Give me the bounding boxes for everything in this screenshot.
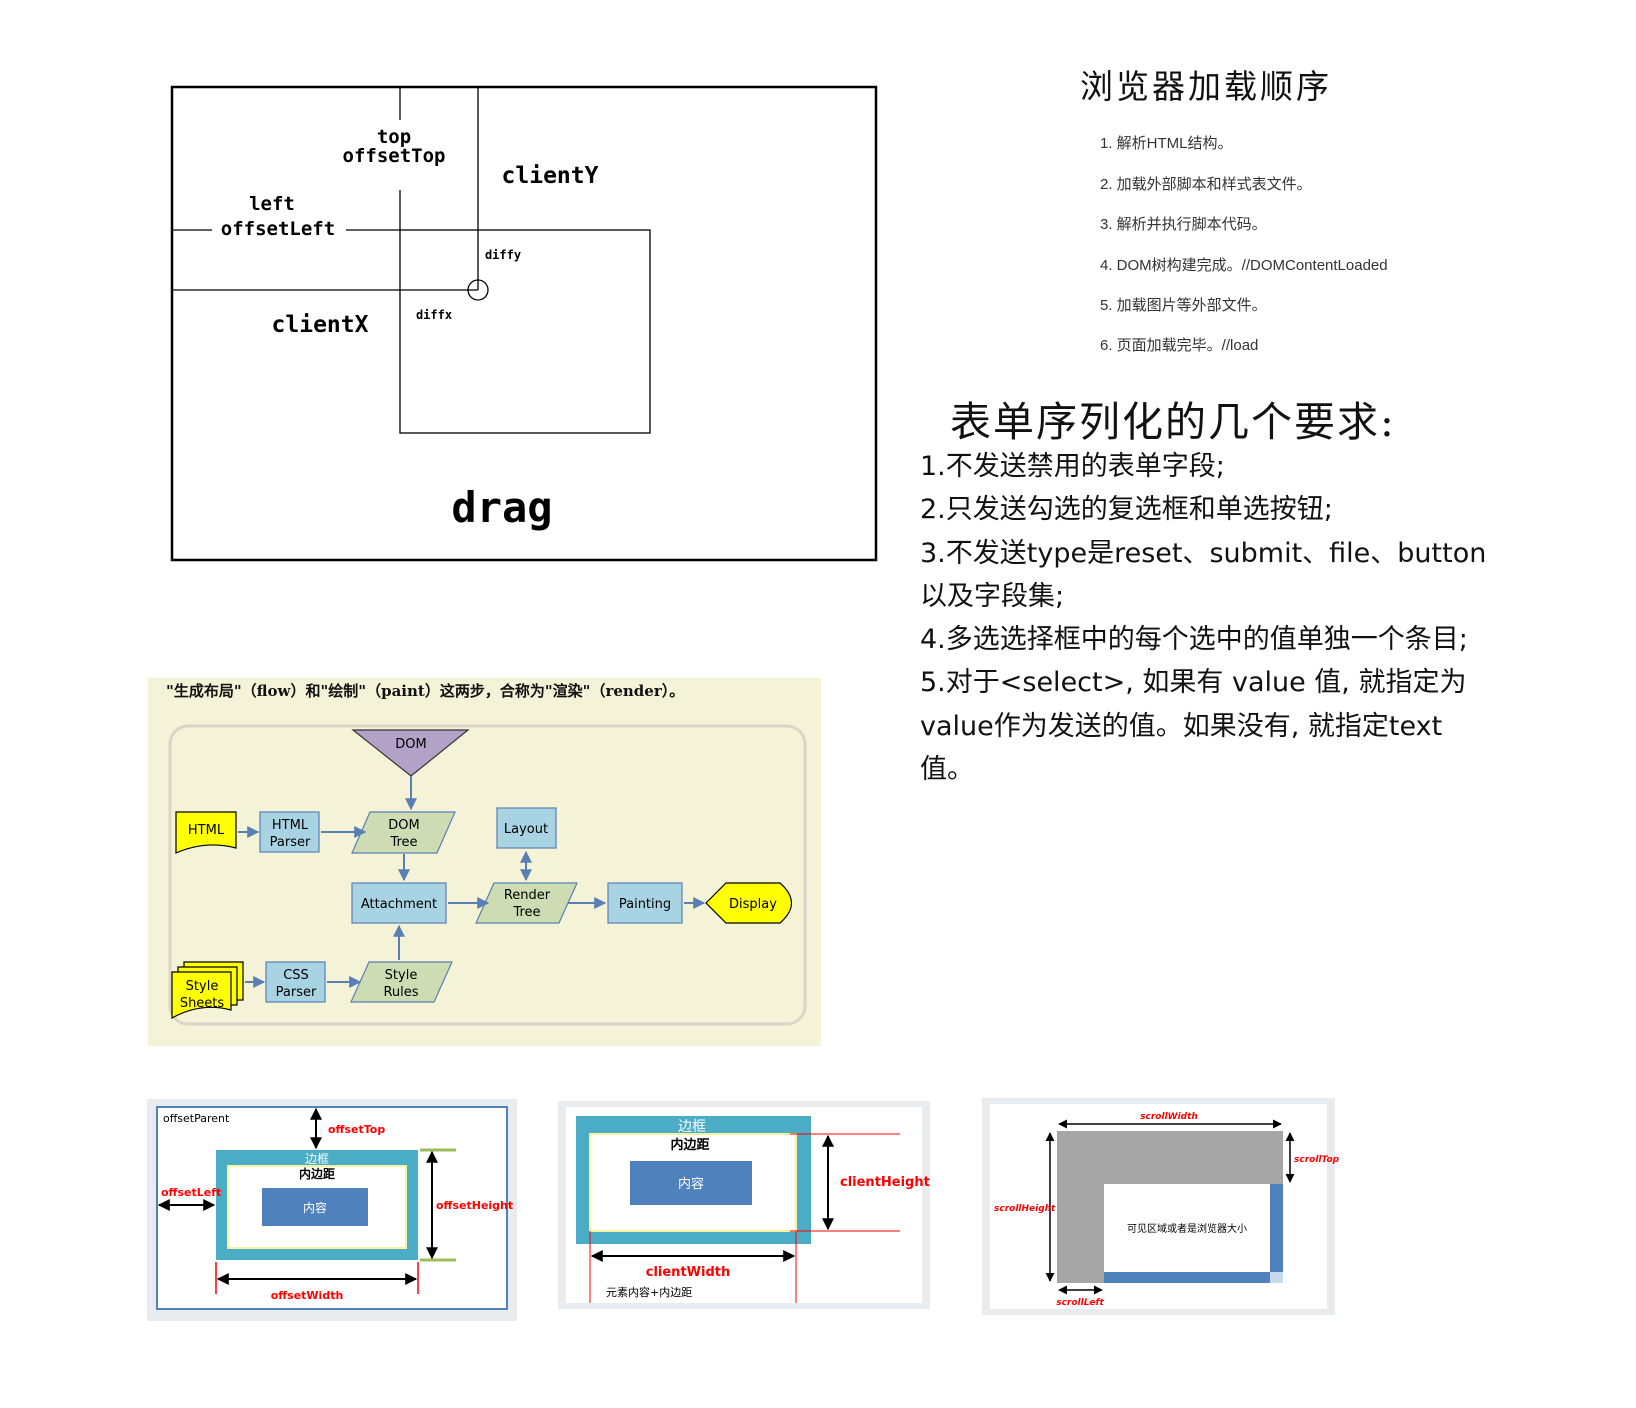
scroll-width-label: scrollWidth bbox=[1140, 1112, 1198, 1122]
load-step: 1. 解析HTML结构。 bbox=[1100, 135, 1233, 152]
render-tree-label: Tree bbox=[512, 905, 540, 920]
client-height-label: clientHeight bbox=[840, 1175, 930, 1190]
css-parser-label: Parser bbox=[276, 985, 317, 1000]
html-parser-label: HTML bbox=[272, 818, 309, 833]
load-step: 5. 加载图片等外部文件。 bbox=[1100, 297, 1267, 314]
offset-padding-label: 内边距 bbox=[299, 1166, 335, 1181]
dom-tree-label: DOM bbox=[388, 818, 419, 833]
dom-label: DOM bbox=[395, 737, 426, 752]
scroll-horizontal-scrollbar bbox=[1104, 1272, 1270, 1283]
style-sheets-label: Style bbox=[186, 979, 219, 994]
scroll-left-label: scrollLeft bbox=[1056, 1298, 1104, 1308]
client-border-label: 边框 bbox=[678, 1119, 706, 1135]
offset-parent-label: offsetParent bbox=[163, 1112, 230, 1125]
style-sheets-label: Sheets bbox=[180, 996, 225, 1011]
offset-width-label: offsetWidth bbox=[271, 1289, 344, 1302]
load-step: 6. 页面加载完毕。//load bbox=[1100, 337, 1259, 354]
render-flow-frame bbox=[168, 724, 807, 1026]
html-label: HTML bbox=[188, 823, 225, 838]
html-parser-label: Parser bbox=[270, 835, 311, 850]
dom-tree-label: Tree bbox=[389, 835, 417, 850]
client-padding-label: 内边距 bbox=[670, 1137, 709, 1153]
form-serialize-line: 5.对于<select>, 如果有 value 值, 就指定为 bbox=[920, 667, 1467, 698]
load-step: 2. 加载外部脚本和样式表文件。 bbox=[1100, 176, 1312, 193]
client-width-label: clientWidth bbox=[646, 1265, 730, 1280]
form-serialize-line: value作为发送的值。如果没有, 就指定text bbox=[920, 711, 1443, 742]
form-serialize-line: 以及字段集; bbox=[920, 581, 1065, 612]
form-serialize-line: 3.不发送type是reset、submit、file、button bbox=[920, 538, 1487, 569]
dimension-diagrams: offsetParent 边框 内边距 内容 offsetTop offsetL… bbox=[147, 1098, 1340, 1321]
layout-label: Layout bbox=[504, 822, 548, 837]
load-step: 3. 解析并执行脚本代码。 bbox=[1100, 216, 1267, 233]
style-rules-label: Rules bbox=[383, 985, 418, 1000]
form-serialize-line: 2.只发送勾选的复选框和单选按钮; bbox=[920, 494, 1333, 525]
painting-label: Painting bbox=[619, 897, 671, 912]
css-parser-label: CSS bbox=[283, 968, 309, 983]
display-label: Display bbox=[729, 897, 777, 912]
offset-height-label: offsetHeight bbox=[436, 1199, 513, 1212]
client-note-label: 元素内容+内边距 bbox=[606, 1285, 692, 1299]
form-serialize-line: 1.不发送禁用的表单字段; bbox=[920, 451, 1225, 482]
attachment-label: Attachment bbox=[361, 897, 437, 912]
offset-left-label: offsetLeft bbox=[161, 1186, 221, 1199]
scroll-height-label: scrollHeight bbox=[994, 1204, 1056, 1214]
offset-content-label: 内容 bbox=[303, 1200, 327, 1215]
offset-top-label: offsetTop bbox=[328, 1123, 385, 1136]
render-flow-diagram: DOM HTML HTML Parser DOM Tree Layout Att… bbox=[168, 724, 807, 1026]
form-serialize-title: 表单序列化的几个要求: bbox=[950, 398, 1396, 446]
scroll-visible-label: 可见区域或者是浏览器大小 bbox=[1127, 1222, 1247, 1235]
client-content-label: 内容 bbox=[678, 1176, 704, 1192]
form-serialize-line: 值。 bbox=[920, 754, 974, 785]
render-tree-label: Render bbox=[504, 888, 551, 903]
load-order-title: 浏览器加载顺序 bbox=[1080, 67, 1332, 106]
load-step: 4. DOM树构建完成。//DOMContentLoaded bbox=[1100, 257, 1388, 274]
style-rules-label: Style bbox=[385, 968, 418, 983]
offset-border-label: 边框 bbox=[305, 1152, 329, 1166]
scroll-corner bbox=[1270, 1272, 1283, 1283]
form-serialize-line: 4.多选选择框中的每个选中的值单独一个条目; bbox=[920, 624, 1468, 655]
scroll-vertical-scrollbar bbox=[1270, 1184, 1283, 1272]
scroll-top-label: scrollTop bbox=[1294, 1155, 1340, 1165]
